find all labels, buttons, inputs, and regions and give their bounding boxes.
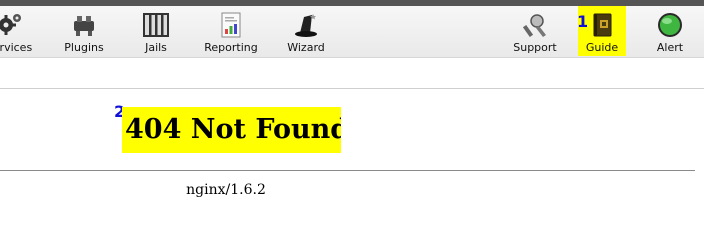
error-page-rule xyxy=(0,170,695,171)
error-page-title: 404 Not Found xyxy=(122,107,341,153)
server-signature: nginx/1.6.2 xyxy=(186,182,266,198)
toolbar-reporting-button[interactable]: Reporting xyxy=(198,6,264,58)
toolbar-services-label: Services xyxy=(0,41,33,54)
alert-light-icon xyxy=(658,13,682,37)
report-chart-icon xyxy=(221,12,241,38)
gears-icon xyxy=(0,14,21,35)
support-tools-icon xyxy=(522,14,546,38)
main-toolbar: Services Plugins Jails xyxy=(0,6,704,58)
annotation-marker-1: 1 xyxy=(577,12,589,31)
toolbar-wizard-button[interactable]: Wizard xyxy=(281,6,331,58)
toolbar-support-button[interactable]: Support xyxy=(509,6,561,58)
guide-book-icon xyxy=(593,13,612,37)
wizard-hat-icon xyxy=(295,14,317,37)
plugin-icon xyxy=(74,16,94,36)
toolbar-guide-label: Guide xyxy=(585,41,619,54)
toolbar-plugins-button[interactable]: Plugins xyxy=(58,6,110,58)
toolbar-reporting-label: Reporting xyxy=(204,41,258,54)
toolbar-support-label: Support xyxy=(513,41,557,54)
toolbar-wizard-label: Wizard xyxy=(287,41,325,54)
toolbar-services-button[interactable]: Services xyxy=(0,6,42,58)
toolbar-jails-button[interactable]: Jails xyxy=(136,6,176,58)
toolbar-plugins-label: Plugins xyxy=(64,41,104,54)
toolbar-alert-label: Alert xyxy=(656,41,684,54)
toolbar-jails-label: Jails xyxy=(145,41,167,54)
toolbar-alert-button[interactable]: Alert xyxy=(648,6,692,58)
jail-bars-icon xyxy=(143,13,169,37)
content-top-divider xyxy=(0,88,704,89)
